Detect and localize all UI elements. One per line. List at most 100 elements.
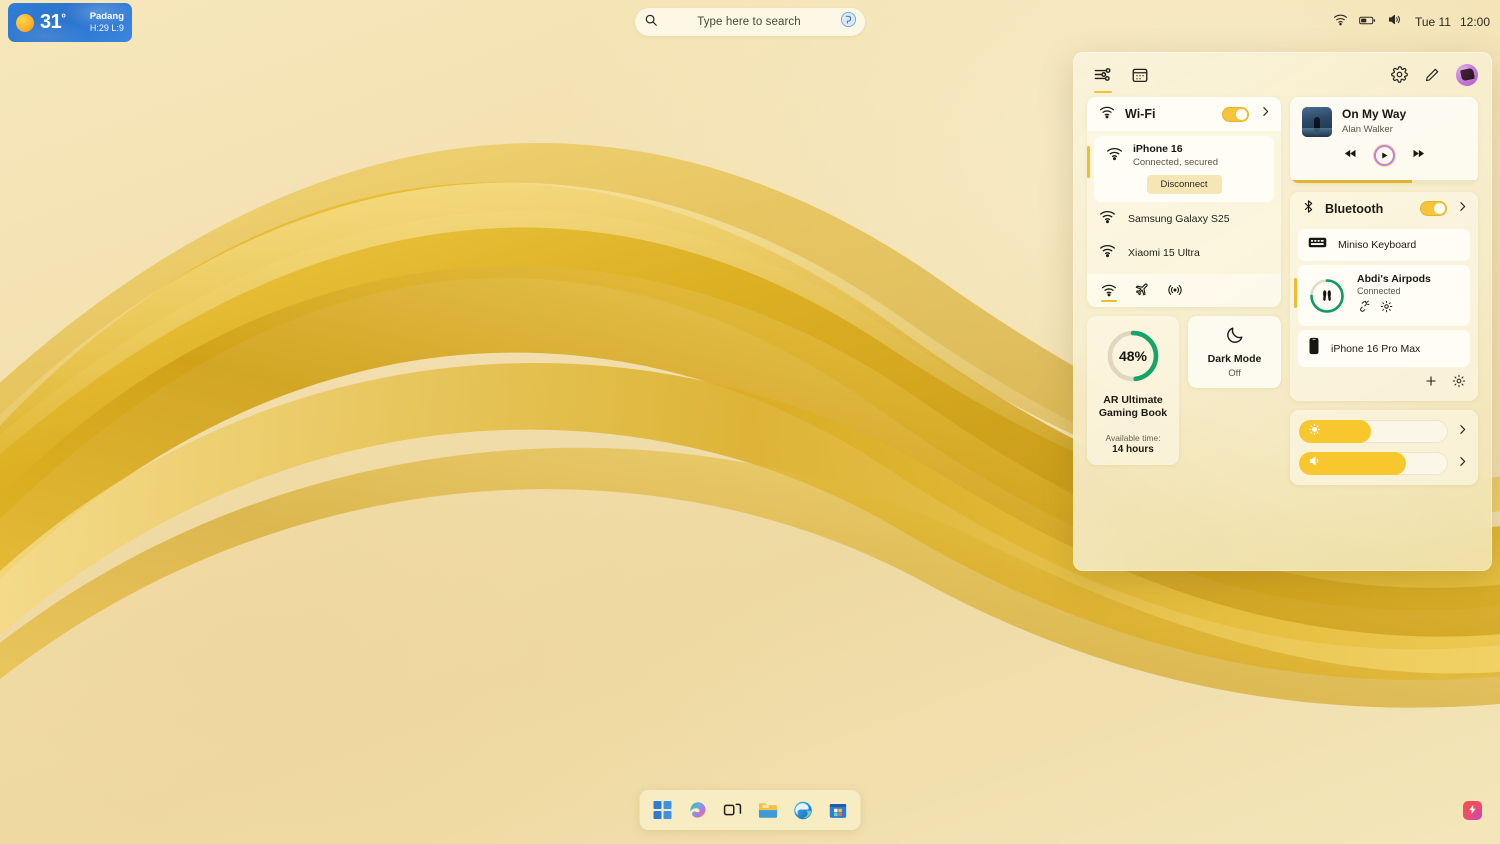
volume-icon[interactable] (1387, 12, 1402, 32)
file-explorer-button[interactable] (757, 799, 779, 821)
search-bar[interactable]: Type here to search (635, 8, 865, 36)
wifi-network-name: Samsung Galaxy S25 (1128, 212, 1230, 225)
connected-device-status: Connected (1357, 286, 1401, 296)
wifi-icon (1099, 104, 1115, 125)
brightness-slider[interactable] (1299, 420, 1448, 443)
airpods-icon (1308, 277, 1346, 315)
media-controls (1302, 145, 1466, 166)
device-name-line1: AR Ultimate (1103, 393, 1163, 406)
quick-settings-flyout: Wi-Fi iPhone 16 Connected, secured Disco… (1073, 52, 1492, 571)
connected-network-name: iPhone 16 (1133, 143, 1183, 155)
microsoft-store-button[interactable] (827, 799, 849, 821)
volume-icon (1308, 454, 1322, 473)
task-view-button[interactable] (722, 799, 744, 821)
avatar-image (1459, 67, 1475, 82)
dark-mode-state: Off (1228, 367, 1241, 379)
media-artist: Alan Walker (1342, 124, 1393, 135)
edge-button[interactable] (792, 799, 814, 821)
volume-slider-row (1299, 452, 1469, 475)
chevron-right-icon[interactable] (1259, 105, 1272, 123)
taskbar-dock (639, 790, 861, 830)
wifi-network-row[interactable]: Xiaomi 15 Ultra (1087, 236, 1281, 270)
degree-symbol: ° (61, 11, 66, 25)
wifi-connected-network[interactable]: iPhone 16 Connected, secured Disconnect (1087, 136, 1274, 202)
mobile-hotspot-icon[interactable] (1167, 282, 1183, 298)
quick-settings-left-column: Wi-Fi iPhone 16 Connected, secured Disco… (1087, 97, 1281, 485)
lightning-app[interactable] (1463, 801, 1482, 820)
available-time-label: Available time: (1105, 432, 1161, 443)
disconnect-button[interactable]: Disconnect (1146, 174, 1222, 194)
sun-icon (16, 13, 34, 32)
airplane-mode-icon[interactable] (1134, 282, 1150, 298)
bluetooth-toggle[interactable] (1420, 201, 1447, 216)
brightness-icon (1308, 423, 1321, 441)
lightning-bolt-icon (1467, 802, 1478, 820)
volume-slider[interactable] (1299, 452, 1448, 475)
gear-icon[interactable] (1452, 374, 1466, 393)
available-time-value: 14 hours (1112, 443, 1154, 455)
gear-icon[interactable] (1380, 300, 1393, 318)
weather-temperature: 31° (40, 11, 66, 34)
play-icon[interactable] (1373, 145, 1395, 166)
system-tray[interactable]: Tue 11 12:00 (1333, 8, 1490, 36)
plus-icon[interactable] (1424, 374, 1438, 393)
moon-icon (1225, 325, 1245, 350)
media-title: On My Way (1342, 107, 1407, 121)
copilot-button[interactable] (687, 799, 709, 821)
quick-settings-body: Wi-Fi iPhone 16 Connected, secured Disco… (1073, 97, 1492, 485)
media-progress-bar[interactable] (1290, 180, 1478, 183)
wifi-footer-actions (1087, 273, 1281, 307)
battery-device-name: AR Ultimate Gaming Book (1099, 394, 1167, 421)
airpods-battery-ring (1308, 277, 1346, 315)
bluetooth-device-name: Miniso Keyboard (1338, 239, 1417, 251)
clock[interactable]: Tue 11 12:00 (1415, 15, 1490, 29)
bluetooth-device-row[interactable]: iPhone 16 Pro Max (1298, 330, 1470, 367)
chevron-right-icon[interactable] (1456, 200, 1469, 218)
quick-settings-header (1073, 52, 1492, 97)
dark-mode-label: Dark Mode (1207, 352, 1262, 365)
wifi-header-row[interactable]: Wi-Fi (1087, 97, 1281, 131)
chevron-right-icon[interactable] (1456, 423, 1469, 441)
wifi-toggle[interactable] (1222, 106, 1249, 122)
bluetooth-connected-device[interactable]: Abdi's Airpods Connected (1294, 265, 1470, 326)
wifi-card: Wi-Fi iPhone 16 Connected, secured Disco… (1087, 97, 1281, 307)
phone-icon (1308, 337, 1320, 360)
calendar-icon[interactable] (1131, 66, 1149, 84)
battery-and-darkmode-row: 48% AR Ultimate Gaming Book Available ti… (1087, 315, 1281, 465)
start-button[interactable] (652, 799, 674, 821)
copilot-icon[interactable] (840, 11, 857, 33)
wifi-icon[interactable] (1101, 282, 1117, 298)
keyboard-icon (1308, 236, 1327, 254)
wifi-icon (1106, 145, 1123, 167)
dark-mode-tile[interactable]: Dark Mode Off (1188, 315, 1281, 388)
unpair-icon[interactable] (1357, 300, 1370, 318)
tray-date: Tue 11 (1414, 15, 1451, 29)
chevron-right-icon[interactable] (1456, 455, 1469, 473)
search-input[interactable]: Type here to search (658, 16, 840, 28)
wifi-label: Wi-Fi (1125, 107, 1156, 121)
wifi-icon (1099, 208, 1116, 230)
bluetooth-label: Bluetooth (1325, 201, 1384, 216)
previous-icon[interactable] (1343, 146, 1358, 166)
gear-icon[interactable] (1391, 66, 1408, 83)
wifi-icon (1099, 242, 1116, 264)
pencil-icon[interactable] (1424, 67, 1440, 83)
next-icon[interactable] (1411, 146, 1426, 166)
weather-city: Padang (89, 10, 124, 22)
search-icon (644, 13, 658, 32)
wifi-network-name: Xiaomi 15 Ultra (1128, 246, 1200, 259)
battery-icon[interactable] (1359, 13, 1376, 31)
sliders-card (1290, 410, 1478, 485)
wifi-network-row[interactable]: Samsung Galaxy S25 (1087, 202, 1281, 236)
bluetooth-device-row[interactable]: Miniso Keyboard (1298, 229, 1470, 261)
device-name-line2: Gaming Book (1098, 407, 1168, 420)
connected-device-name: Abdi's Airpods (1357, 273, 1431, 285)
bluetooth-header-row[interactable]: Bluetooth (1290, 192, 1478, 225)
weather-high-low: H:29 L:9 (89, 22, 124, 33)
battery-card[interactable]: 48% AR Ultimate Gaming Book Available ti… (1087, 315, 1179, 465)
weather-widget[interactable]: 31° Padang H:29 L:9 (8, 3, 132, 42)
avatar[interactable] (1456, 63, 1478, 86)
wifi-icon[interactable] (1333, 12, 1348, 32)
weather-details: Padang H:29 L:9 (90, 11, 124, 34)
sliders-icon[interactable] (1093, 65, 1112, 84)
